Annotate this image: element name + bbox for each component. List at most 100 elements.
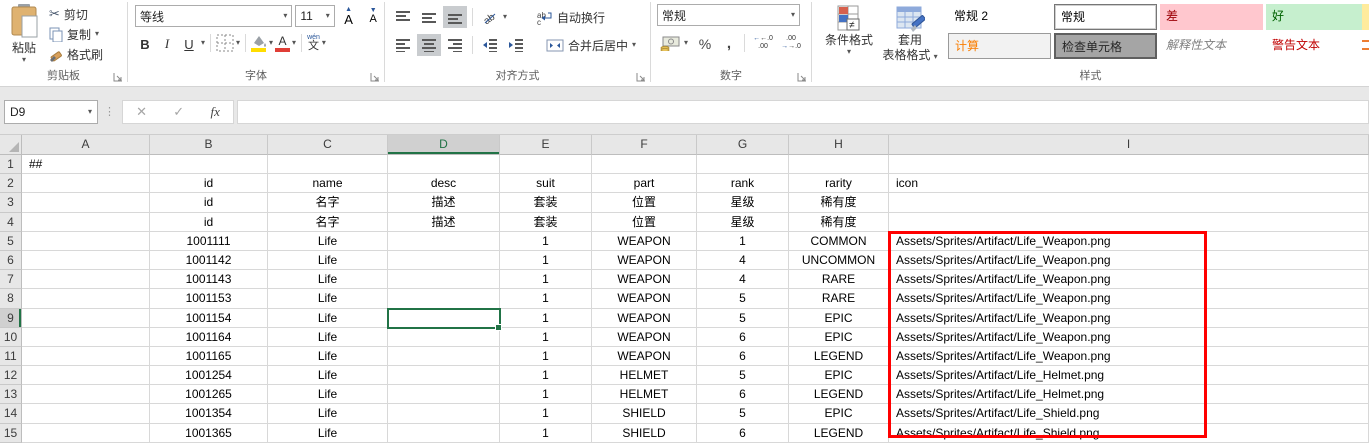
cell-I6[interactable]: Assets/Sprites/Artifact/Life_Weapon.png (889, 251, 1369, 270)
cell-B14[interactable]: 1001354 (150, 404, 268, 423)
column-header-C[interactable]: C (268, 135, 388, 155)
cell-C8[interactable]: Life (268, 289, 388, 308)
cell-D5[interactable] (388, 232, 500, 251)
select-all-corner[interactable] (0, 135, 22, 155)
cell-I12[interactable]: Assets/Sprites/Artifact/Life_Helmet.png (889, 366, 1369, 385)
style-normal-2[interactable]: 常规 2 (948, 4, 1051, 30)
decrease-indent-button[interactable] (478, 34, 502, 56)
cell-G5[interactable]: 1 (697, 232, 789, 251)
cell-D1[interactable] (388, 155, 500, 174)
grow-font-button[interactable]: ▲A (338, 4, 360, 28)
paste-dropdown-icon[interactable]: ▾ (7, 56, 41, 64)
cell-E4[interactable]: 套装 (500, 213, 592, 232)
merge-center-button[interactable]: 合并后居中 ▾ (543, 36, 639, 55)
cell-D15[interactable] (388, 424, 500, 443)
cell-A1[interactable]: ## (22, 155, 150, 174)
paste-button[interactable]: 粘贴 ▾ (7, 4, 41, 64)
cell-B2[interactable]: id (150, 174, 268, 193)
bold-button[interactable]: B (135, 32, 155, 54)
cell-I8[interactable]: Assets/Sprites/Artifact/Life_Weapon.png (889, 289, 1369, 308)
cell-A15[interactable] (22, 424, 150, 443)
cell-F4[interactable]: 位置 (592, 213, 697, 232)
cell-G9[interactable]: 5 (697, 309, 789, 328)
copy-dropdown-icon[interactable]: ▾ (95, 30, 99, 38)
column-header-H[interactable]: H (789, 135, 889, 155)
cell-D4[interactable]: 描述 (388, 213, 500, 232)
cell-H10[interactable]: EPIC (789, 328, 889, 347)
cell-G10[interactable]: 6 (697, 328, 789, 347)
cell-A11[interactable] (22, 347, 150, 366)
cell-F12[interactable]: HELMET (592, 366, 697, 385)
align-middle-button[interactable] (417, 6, 441, 28)
cell-I15[interactable]: Assets/Sprites/Artifact/Life_Shield.png (889, 424, 1369, 443)
cell-D11[interactable] (388, 347, 500, 366)
cell-I10[interactable]: Assets/Sprites/Artifact/Life_Weapon.png (889, 328, 1369, 347)
row-header-9[interactable]: 9 (0, 309, 22, 328)
row-header-13[interactable]: 13 (0, 385, 22, 404)
row-header-3[interactable]: 3 (0, 193, 22, 212)
align-left-button[interactable] (391, 34, 415, 56)
row-header-10[interactable]: 10 (0, 328, 22, 347)
cell-B5[interactable]: 1001111 (150, 232, 268, 251)
cell-F3[interactable]: 位置 (592, 193, 697, 212)
cell-H15[interactable]: LEGEND (789, 424, 889, 443)
cell-G7[interactable]: 4 (697, 270, 789, 289)
cell-B13[interactable]: 1001265 (150, 385, 268, 404)
cell-C2[interactable]: name (268, 174, 388, 193)
cell-H14[interactable]: EPIC (789, 404, 889, 423)
cell-G2[interactable]: rank (697, 174, 789, 193)
cell-F11[interactable]: WEAPON (592, 347, 697, 366)
cell-A12[interactable] (22, 366, 150, 385)
cell-A10[interactable] (22, 328, 150, 347)
cell-H9[interactable]: EPIC (789, 309, 889, 328)
cell-H13[interactable]: LEGEND (789, 385, 889, 404)
cell-F6[interactable]: WEAPON (592, 251, 697, 270)
borders-icon[interactable] (216, 34, 234, 52)
row-header-7[interactable]: 7 (0, 270, 22, 289)
cell-F15[interactable]: SHIELD (592, 424, 697, 443)
alignment-dialog-launcher[interactable] (635, 71, 647, 83)
cell-D2[interactable]: desc (388, 174, 500, 193)
cell-H11[interactable]: LEGEND (789, 347, 889, 366)
cell-I13[interactable]: Assets/Sprites/Artifact/Life_Helmet.png (889, 385, 1369, 404)
cell-I5[interactable]: Assets/Sprites/Artifact/Life_Weapon.png (889, 232, 1369, 251)
column-header-G[interactable]: G (697, 135, 789, 155)
row-header-8[interactable]: 8 (0, 289, 22, 308)
cell-G4[interactable]: 星级 (697, 213, 789, 232)
accounting-dropdown-icon[interactable]: ▾ (684, 39, 688, 47)
style-bad[interactable]: 差 (1160, 4, 1263, 30)
font-size-combobox[interactable]: 11 ▾ (295, 5, 334, 27)
cell-A7[interactable] (22, 270, 150, 289)
fill-handle[interactable] (495, 324, 502, 331)
cell-E7[interactable]: 1 (500, 270, 592, 289)
comma-button[interactable]: , (719, 32, 739, 54)
cell-C11[interactable]: Life (268, 347, 388, 366)
increase-decimal-button[interactable]: ←←.0 .00 (750, 35, 776, 51)
cell-F5[interactable]: WEAPON (592, 232, 697, 251)
font-dialog-launcher[interactable] (369, 71, 381, 83)
fill-color-button[interactable] (251, 35, 267, 52)
underline-dropdown-icon[interactable]: ▾ (201, 39, 205, 47)
cell-D10[interactable] (388, 328, 500, 347)
cell-C7[interactable]: Life (268, 270, 388, 289)
wrap-text-button[interactable]: ab c 自动换行 (533, 8, 608, 27)
row-header-12[interactable]: 12 (0, 366, 22, 385)
cut-button[interactable]: ✂ 剪切 (46, 4, 106, 24)
cell-A4[interactable] (22, 213, 150, 232)
cell-I1[interactable] (889, 155, 1369, 174)
clipboard-dialog-launcher[interactable] (112, 71, 124, 83)
cell-G3[interactable]: 星级 (697, 193, 789, 212)
cell-C1[interactable] (268, 155, 388, 174)
align-bottom-button[interactable] (443, 6, 467, 28)
cell-A8[interactable] (22, 289, 150, 308)
cell-A5[interactable] (22, 232, 150, 251)
cell-G13[interactable]: 6 (697, 385, 789, 404)
cell-H3[interactable]: 稀有度 (789, 193, 889, 212)
phonetic-button[interactable]: wén 文 (307, 34, 320, 52)
cell-E5[interactable]: 1 (500, 232, 592, 251)
row-header-4[interactable]: 4 (0, 213, 22, 232)
name-box[interactable]: D9 ▾ (4, 100, 98, 124)
row-header-2[interactable]: 2 (0, 174, 22, 193)
cell-I11[interactable]: Assets/Sprites/Artifact/Life_Weapon.png (889, 347, 1369, 366)
align-top-button[interactable] (391, 6, 415, 28)
